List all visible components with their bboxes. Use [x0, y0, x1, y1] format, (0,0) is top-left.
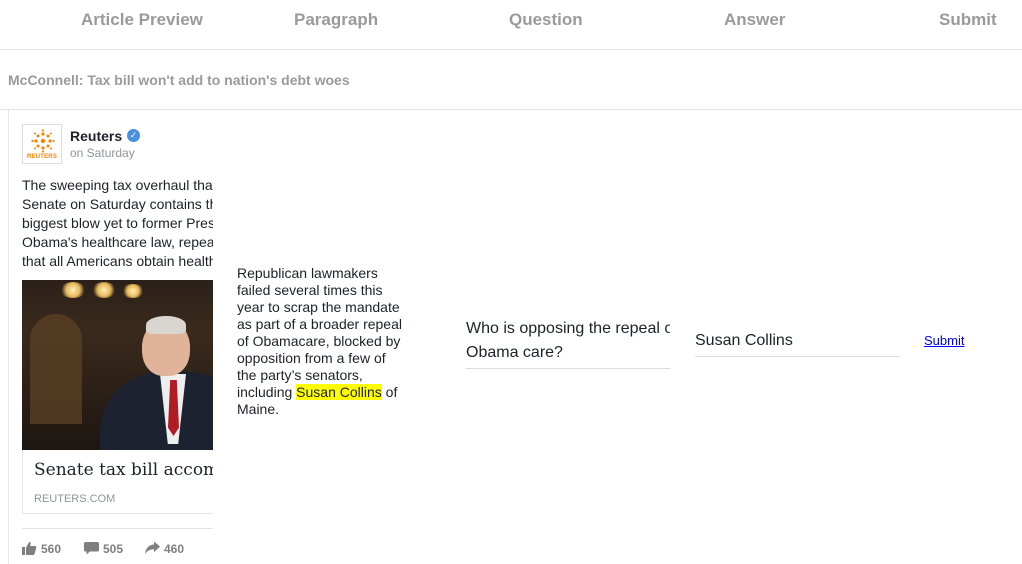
question-text-line: Who is opposing the repeal of [466, 320, 670, 337]
link-preview[interactable]: Senate tax bill accompl REUTERS.COM [22, 450, 213, 514]
tab-article-preview[interactable]: Article Preview [81, 10, 203, 30]
post-card: REUTERS Reuters ✓ on Saturday The sweepi… [8, 110, 213, 564]
tab-answer[interactable]: Answer [724, 10, 785, 30]
share-arrow-icon [145, 541, 160, 554]
shares-count-label: 460 [164, 542, 185, 556]
question-text-line: Obama care? [466, 344, 563, 361]
link-preview-title: Senate tax bill accompl [34, 460, 213, 480]
divider [22, 528, 213, 529]
post-body-text: The sweeping tax overhaul that Senate on… [22, 176, 213, 271]
paragraph-line: failed several times this [237, 282, 383, 298]
post-text-line: that all Americans obtain health [22, 253, 213, 269]
background-doorway [30, 314, 82, 424]
link-preview-domain: REUTERS.COM [34, 493, 116, 505]
highlighted-answer-span[interactable]: Susan Collins [296, 384, 382, 400]
chandelier-light [60, 282, 86, 298]
paragraph-line-answer: including Susan Collins of [237, 384, 419, 401]
post-text-line: The sweeping tax overhaul that [22, 177, 213, 193]
tab-question[interactable]: Question [509, 10, 583, 30]
question-field[interactable]: Who is opposing the repeal of Obama care… [466, 316, 670, 369]
headline-bar: McConnell: Tax bill won't add to nation'… [0, 50, 1022, 110]
paragraph-line: year to scrap the mandate [237, 299, 400, 315]
tab-submit[interactable]: Submit [939, 10, 997, 30]
submit-link[interactable]: Submit [924, 333, 964, 348]
article-photo[interactable] [22, 280, 213, 450]
paragraph-line: of Obamacare, blocked by [237, 333, 401, 349]
paragraph-line: Republican lawmakers [237, 265, 378, 281]
avatar-logo-text: REUTERS [26, 154, 58, 160]
post-source-name[interactable]: Reuters [70, 128, 122, 144]
step-tabs: Article Preview Paragraph Question Answe… [0, 0, 1022, 50]
paragraph-text-before: including [237, 384, 297, 400]
reuters-logo-avatar[interactable]: REUTERS [22, 124, 62, 164]
post-text-line: Senate on Saturday contains th [22, 196, 213, 212]
comment-icon [84, 542, 99, 555]
person-hair [146, 316, 186, 334]
paragraph-line: the party’s senators, [237, 367, 363, 383]
paragraph-line: Maine. [237, 401, 280, 417]
thumbs-up-icon [22, 541, 37, 555]
post-text-line: biggest blow yet to former Pres [22, 215, 213, 231]
paragraph-text: Republican lawmakers failed several time… [237, 265, 419, 418]
article-preview-post: REUTERS Reuters ✓ on Saturday The sweepi… [8, 110, 213, 564]
paragraph-line: as part of a broader repeal [237, 316, 402, 332]
person-suit [100, 372, 213, 450]
verified-badge-icon: ✓ [127, 129, 140, 142]
reuters-logo-icon [31, 129, 55, 153]
comments-count-label: 505 [103, 542, 124, 556]
post-timestamp[interactable]: on Saturday [70, 146, 135, 160]
chandelier-light [92, 282, 116, 298]
paragraph-line: opposition from a few of [237, 350, 386, 366]
likes-count-label: 560 [41, 542, 62, 556]
answer-input[interactable] [695, 325, 900, 357]
chandelier-light [122, 284, 144, 298]
tab-paragraph[interactable]: Paragraph [294, 10, 378, 30]
paragraph-text-after: of [381, 384, 398, 400]
article-headline: McConnell: Tax bill won't add to nation'… [8, 72, 350, 88]
post-text-line: Obama's healthcare law, repea [22, 234, 213, 250]
